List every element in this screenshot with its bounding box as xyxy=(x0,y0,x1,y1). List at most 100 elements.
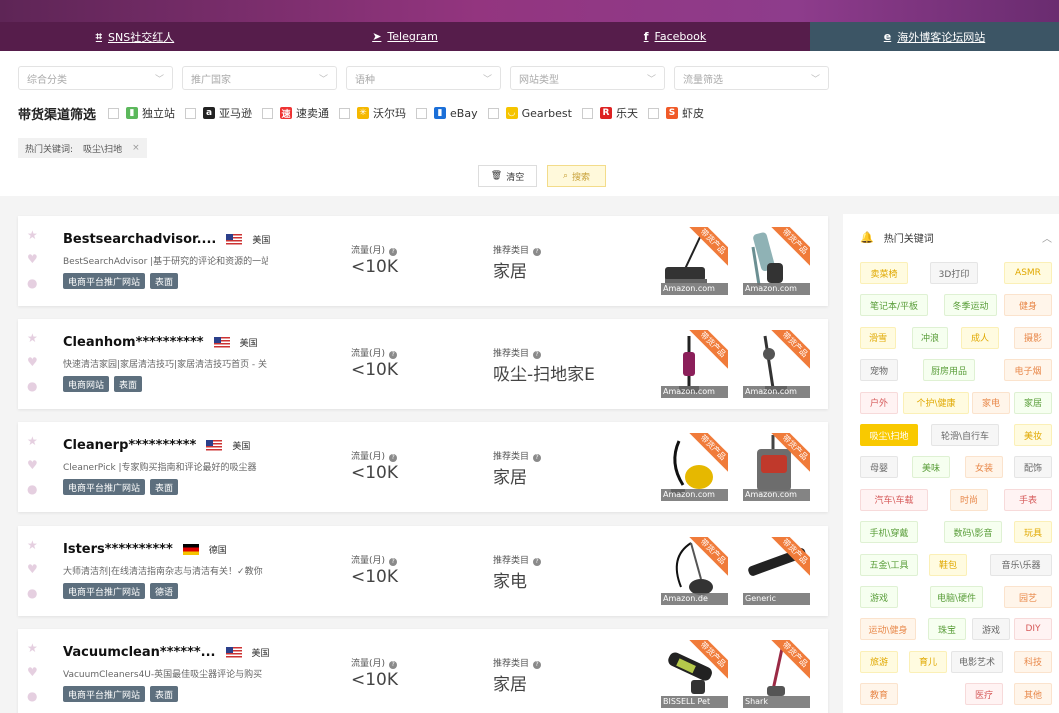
keyword-chip[interactable]: 美妆 xyxy=(1014,424,1052,446)
checkbox[interactable] xyxy=(339,107,351,119)
heart-icon[interactable]: ♥ xyxy=(27,458,38,472)
checkbox[interactable] xyxy=(487,107,499,119)
comment-icon[interactable]: ● xyxy=(27,276,38,290)
chevron-up-icon[interactable]: ︿ xyxy=(1042,230,1052,245)
keyword-chip[interactable]: 家电 xyxy=(972,391,1010,414)
product-thumbnail[interactable]: 带货产品 Amazon.com xyxy=(661,330,728,398)
tab-facebook[interactable]: f Facebook xyxy=(540,22,810,51)
help-icon[interactable]: ? xyxy=(533,248,542,256)
keyword-chip[interactable]: 科技 xyxy=(1014,650,1052,673)
checkbox[interactable] xyxy=(581,107,593,119)
result-card[interactable]: ★ ♥ ● Cleanhom********** 美国 快速清洁家园|家居清洁技巧|家居清… xyxy=(18,319,828,409)
clear-button[interactable]: 🗑 清空 xyxy=(478,165,537,187)
checkbox[interactable] xyxy=(416,107,428,119)
keyword-chip[interactable]: 滑雪 xyxy=(860,326,896,349)
site-name[interactable]: Isters********** xyxy=(63,542,173,557)
keyword-chip[interactable]: 女装 xyxy=(965,456,1003,479)
keyword-chip[interactable]: 电脑\硬件 xyxy=(930,586,983,608)
result-card[interactable]: ★ ♥ ● Bestsearchadvisor.... 美国 BestSearchAdvi… xyxy=(18,216,828,306)
keyword-chip[interactable]: 运动\健身 xyxy=(860,618,916,641)
checkbox[interactable] xyxy=(108,107,120,119)
keyword-chip[interactable]: 鞋包 xyxy=(929,553,967,576)
channel-option[interactable]: ▮ 独立站 xyxy=(108,105,175,121)
keyword-chip[interactable]: 音乐\乐器 xyxy=(990,553,1052,576)
keyword-chip[interactable]: 园艺 xyxy=(1004,586,1052,608)
product-thumbnail[interactable]: 带货产品 Shark xyxy=(743,640,810,708)
heart-icon[interactable]: ♥ xyxy=(27,252,38,266)
keyword-chip[interactable]: 冬季运动 xyxy=(944,294,997,317)
keyword-chip[interactable]: 成人 xyxy=(961,326,999,349)
product-thumbnail[interactable]: 带货产品 Amazon.de xyxy=(661,537,728,605)
product-thumbnail[interactable]: 带货产品 Amazon.com xyxy=(743,227,810,295)
help-icon[interactable]: ? xyxy=(533,558,542,566)
star-icon[interactable]: ★ xyxy=(27,641,38,655)
keyword-chip[interactable]: 汽车\车载 xyxy=(860,488,928,511)
keyword-chip[interactable]: 手机\穿戴 xyxy=(860,521,918,544)
site-name[interactable]: Cleanhom********** xyxy=(63,335,204,350)
help-icon[interactable]: ? xyxy=(533,454,542,462)
comment-icon[interactable]: ● xyxy=(27,482,38,496)
channel-option[interactable]: ✳ 沃尔玛 xyxy=(339,105,406,121)
help-icon[interactable]: ? xyxy=(533,661,542,669)
keyword-chip[interactable]: 美味 xyxy=(912,456,950,479)
keyword-chip[interactable]: 健身 xyxy=(1004,294,1052,317)
tab-sns[interactable]: ⌗ SNS社交红人 xyxy=(0,22,270,51)
channel-option[interactable]: a 亚马逊 xyxy=(185,105,252,121)
keyword-chip[interactable]: 珠宝 xyxy=(928,618,966,641)
star-icon[interactable]: ★ xyxy=(27,538,38,552)
keyword-chip[interactable]: 时尚 xyxy=(950,488,988,511)
keyword-chip[interactable]: 玩具 xyxy=(1014,521,1052,544)
keyword-chip[interactable]: 轮滑\自行车 xyxy=(931,424,999,446)
product-thumbnail[interactable]: 带货产品 Amazon.com xyxy=(743,330,810,398)
star-icon[interactable]: ★ xyxy=(27,434,38,448)
keyword-chip[interactable]: 其他 xyxy=(1014,683,1052,706)
help-icon[interactable]: ? xyxy=(389,248,398,256)
checkbox[interactable] xyxy=(185,107,197,119)
keyword-chip[interactable]: 家居 xyxy=(1014,391,1052,414)
checkbox[interactable] xyxy=(262,107,274,119)
keyword-chip[interactable]: 户外 xyxy=(860,391,898,414)
channel-option[interactable]: ▮ eBay xyxy=(416,105,478,121)
keyword-chip[interactable]: 吸尘\扫地 xyxy=(860,424,918,446)
heart-icon[interactable]: ♥ xyxy=(27,355,38,369)
site-type-select[interactable]: 网站类型 ﹀ xyxy=(510,66,665,90)
help-icon[interactable]: ? xyxy=(389,558,398,566)
channel-option[interactable]: S 虾皮 xyxy=(647,105,704,121)
checkbox[interactable] xyxy=(647,107,659,119)
keyword-chip[interactable]: 育儿 xyxy=(909,650,947,673)
keyword-chip[interactable]: 个护\健康 xyxy=(903,391,969,414)
comment-icon[interactable]: ● xyxy=(27,379,38,393)
tab-telegram[interactable]: ➤ Telegram xyxy=(270,22,540,51)
keyword-chip[interactable]: 游戏 xyxy=(860,586,898,608)
help-icon[interactable]: ? xyxy=(389,351,398,359)
keyword-chip[interactable]: 笔记本/平板 xyxy=(860,294,928,317)
channel-option[interactable]: ◡ Gearbest xyxy=(487,105,572,121)
channel-option[interactable]: 速速卖通 xyxy=(262,105,329,121)
keyword-chip[interactable]: 五金\工具 xyxy=(860,553,918,576)
site-name[interactable]: Bestsearchadvisor.... xyxy=(63,232,216,247)
product-thumbnail[interactable]: 带货产品 Amazon.com xyxy=(661,433,728,501)
star-icon[interactable]: ★ xyxy=(27,228,38,242)
keyword-chip[interactable]: 医疗 xyxy=(965,683,1003,706)
language-select[interactable]: 语种 ﹀ xyxy=(346,66,501,90)
keyword-chip[interactable]: DIY xyxy=(1014,618,1052,641)
result-card[interactable]: ★ ♥ ● Isters********** 德国 大师清洁剂|在线清洁指南杂志与清洁有关… xyxy=(18,526,828,616)
heart-icon[interactable]: ♥ xyxy=(27,562,38,576)
keyword-chip[interactable]: 电影艺术 xyxy=(951,650,1003,673)
comment-icon[interactable]: ● xyxy=(27,586,38,600)
keyword-chip[interactable]: 电子烟 xyxy=(1004,359,1052,382)
site-name[interactable]: Cleanerp********** xyxy=(63,438,196,453)
keyword-chip[interactable]: 3D打印 xyxy=(930,262,978,284)
product-thumbnail[interactable]: 带货产品 BISSELL Pet xyxy=(661,640,728,708)
result-card[interactable]: ★ ♥ ● Vacuumclean******... 美国 VacuumCleaners4… xyxy=(18,629,828,713)
product-thumbnail[interactable]: 带货产品 Amazon.com xyxy=(661,227,728,295)
keyword-chip[interactable]: 手表 xyxy=(1004,488,1052,511)
product-thumbnail[interactable]: 带货产品 Amazon.com xyxy=(743,433,810,501)
close-icon[interactable]: × xyxy=(132,143,140,153)
result-card[interactable]: ★ ♥ ● Cleanerp********** 美国 CleanerPick |专家购买… xyxy=(18,422,828,512)
category-select[interactable]: 综合分类 ﹀ xyxy=(18,66,173,90)
heart-icon[interactable]: ♥ xyxy=(27,665,38,679)
site-name[interactable]: Vacuumclean******... xyxy=(63,645,216,660)
keyword-chip[interactable]: 数码\影音 xyxy=(944,521,1002,544)
help-icon[interactable]: ? xyxy=(389,454,398,462)
